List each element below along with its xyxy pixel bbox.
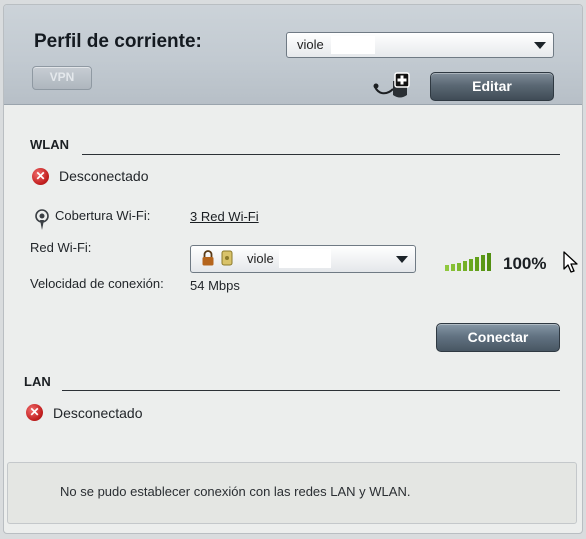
antenna-icon (35, 209, 49, 230)
x-circle-icon: ✕ (26, 404, 43, 421)
signal-strength-value: 100% (503, 254, 547, 273)
wlan-section-title: WLAN (30, 137, 69, 152)
lan-status-text: Desconectado (53, 405, 143, 421)
status-message: No se pudo establecer conexión con las r… (60, 484, 411, 499)
profile-dropdown[interactable]: viole (286, 32, 554, 58)
connection-panel: Perfil de corriente: viole VPN Editar WL… (3, 4, 583, 534)
signal-bars-icon (445, 253, 491, 271)
chevron-down-icon (396, 256, 408, 263)
connection-speed-label: Velocidad de conexión: (30, 276, 164, 291)
redaction-mask (331, 36, 375, 54)
profile-label: Perfil de corriente: (34, 31, 202, 52)
chevron-down-icon (534, 42, 546, 49)
lock-icon (202, 250, 214, 266)
vpn-button[interactable]: VPN (32, 66, 92, 90)
connection-speed-value: 54 Mbps (190, 278, 240, 293)
connect-button[interactable]: Conectar (436, 323, 560, 352)
profile-dropdown-value: viole (297, 37, 324, 52)
wifi-coverage-link[interactable]: 3 Red Wi-Fi (190, 209, 259, 224)
wifi-network-dropdown[interactable]: viole (190, 245, 416, 273)
status-message-box: No se pudo establecer conexión con las r… (7, 462, 577, 524)
wifi-network-label: Red Wi-Fi: (30, 240, 92, 255)
redaction-mask (279, 249, 331, 268)
security-badge-icon (221, 250, 233, 266)
plug-add-icon[interactable] (371, 69, 419, 101)
lan-divider (62, 390, 560, 391)
x-circle-icon: ✕ (32, 168, 49, 185)
lan-section-title: LAN (24, 374, 51, 389)
wlan-status-text: Desconectado (59, 168, 149, 184)
wlan-divider (82, 154, 560, 155)
profile-header: Perfil de corriente: viole VPN Editar (4, 5, 582, 105)
edit-button[interactable]: Editar (430, 72, 554, 101)
mouse-cursor-icon (563, 251, 578, 273)
wifi-coverage-label: Cobertura Wi-Fi: (55, 208, 151, 223)
wifi-network-value: viole (247, 251, 274, 266)
